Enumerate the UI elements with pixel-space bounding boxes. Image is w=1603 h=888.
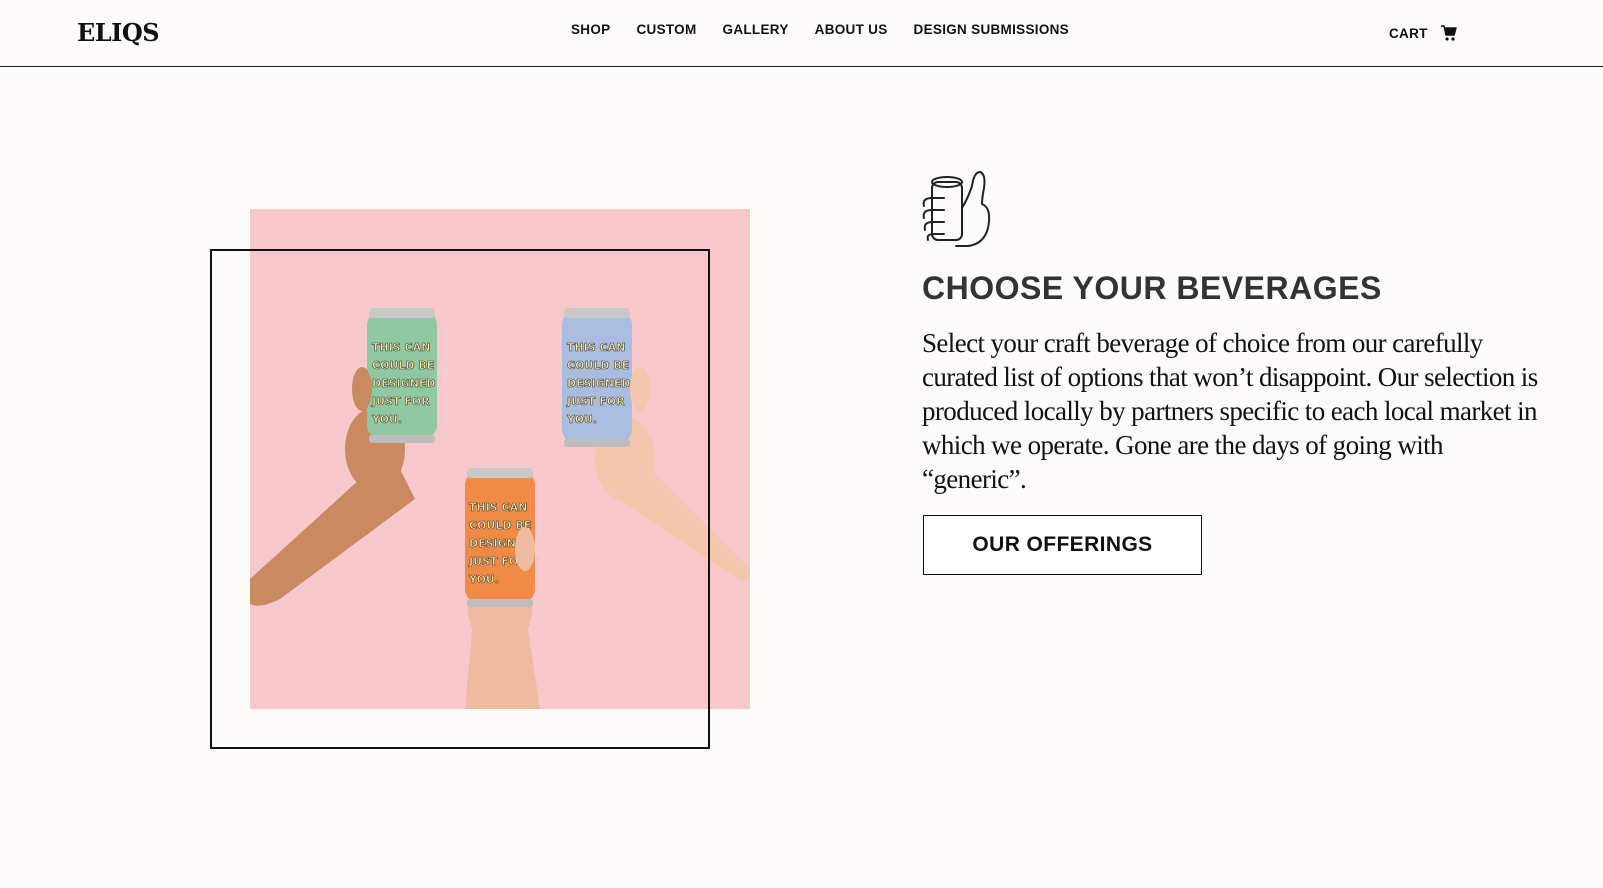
brand-logo[interactable]: ELIQS [77,18,160,47]
nav-custom[interactable]: CUSTOM [636,22,696,37]
cart-link[interactable]: CART [1389,24,1458,42]
nav-design-submissions[interactable]: DESIGN SUBMISSIONS [914,22,1069,37]
cart-icon [1440,24,1458,42]
our-offerings-button[interactable]: OUR OFFERINGS [923,515,1202,575]
section-body: Select your craft beverage of choice fro… [922,328,1538,494]
site-header: ELIQS SHOP CUSTOM GALLERY ABOUT US DESIG… [0,0,1603,67]
section-heading: CHOOSE YOUR BEVERAGES [922,270,1382,306]
nav-gallery[interactable]: GALLERY [723,22,789,37]
nav-about-us[interactable]: ABOUT US [815,22,888,37]
cart-label: CART [1389,25,1428,41]
nav-shop[interactable]: SHOP [571,22,610,37]
decorative-frame [210,249,710,749]
thumbs-up-can-icon [922,168,992,255]
main-nav: SHOP CUSTOM GALLERY ABOUT US DESIGN SUBM… [571,22,1069,37]
